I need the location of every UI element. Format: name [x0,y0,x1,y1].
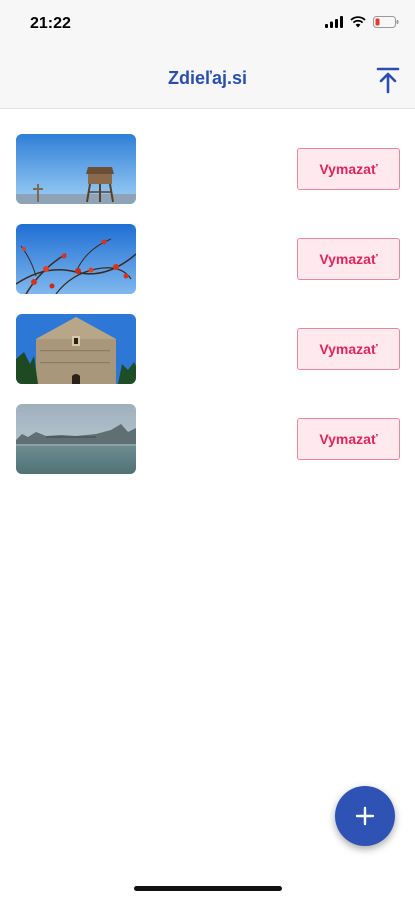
delete-button[interactable]: Vymazať [297,148,400,190]
photo-foggy-river [16,404,136,474]
list-item: Vymazať [0,314,415,384]
signal-icon [325,16,343,28]
status-time: 21:22 [30,15,71,32]
list-item: Vymazať [0,224,415,294]
photo-thumbnail[interactable] [16,404,136,474]
photo-stone-building [16,314,136,384]
list-item: Vymazať [0,404,415,474]
upload-button[interactable] [375,66,401,94]
battery-icon [373,16,399,28]
status-icons [325,16,399,28]
photo-rosehips [16,224,136,294]
status-bar: 21:22 [0,0,415,52]
delete-button[interactable]: Vymazať [297,418,400,460]
list-item: Vymazať [0,134,415,204]
wifi-icon [350,16,366,28]
add-photo-button[interactable] [335,786,395,846]
upload-icon [376,67,400,94]
nav-bar: Zdieľaj.si [0,52,415,109]
photo-thumbnail[interactable] [16,134,136,204]
plus-icon [355,806,375,826]
page-title: Zdieľaj.si [168,68,247,88]
delete-button[interactable]: Vymazať [297,238,400,280]
photo-watchtower [16,134,136,204]
photo-thumbnail[interactable] [16,314,136,384]
photo-thumbnail[interactable] [16,224,136,294]
home-indicator[interactable] [134,886,282,891]
delete-button[interactable]: Vymazať [297,328,400,370]
